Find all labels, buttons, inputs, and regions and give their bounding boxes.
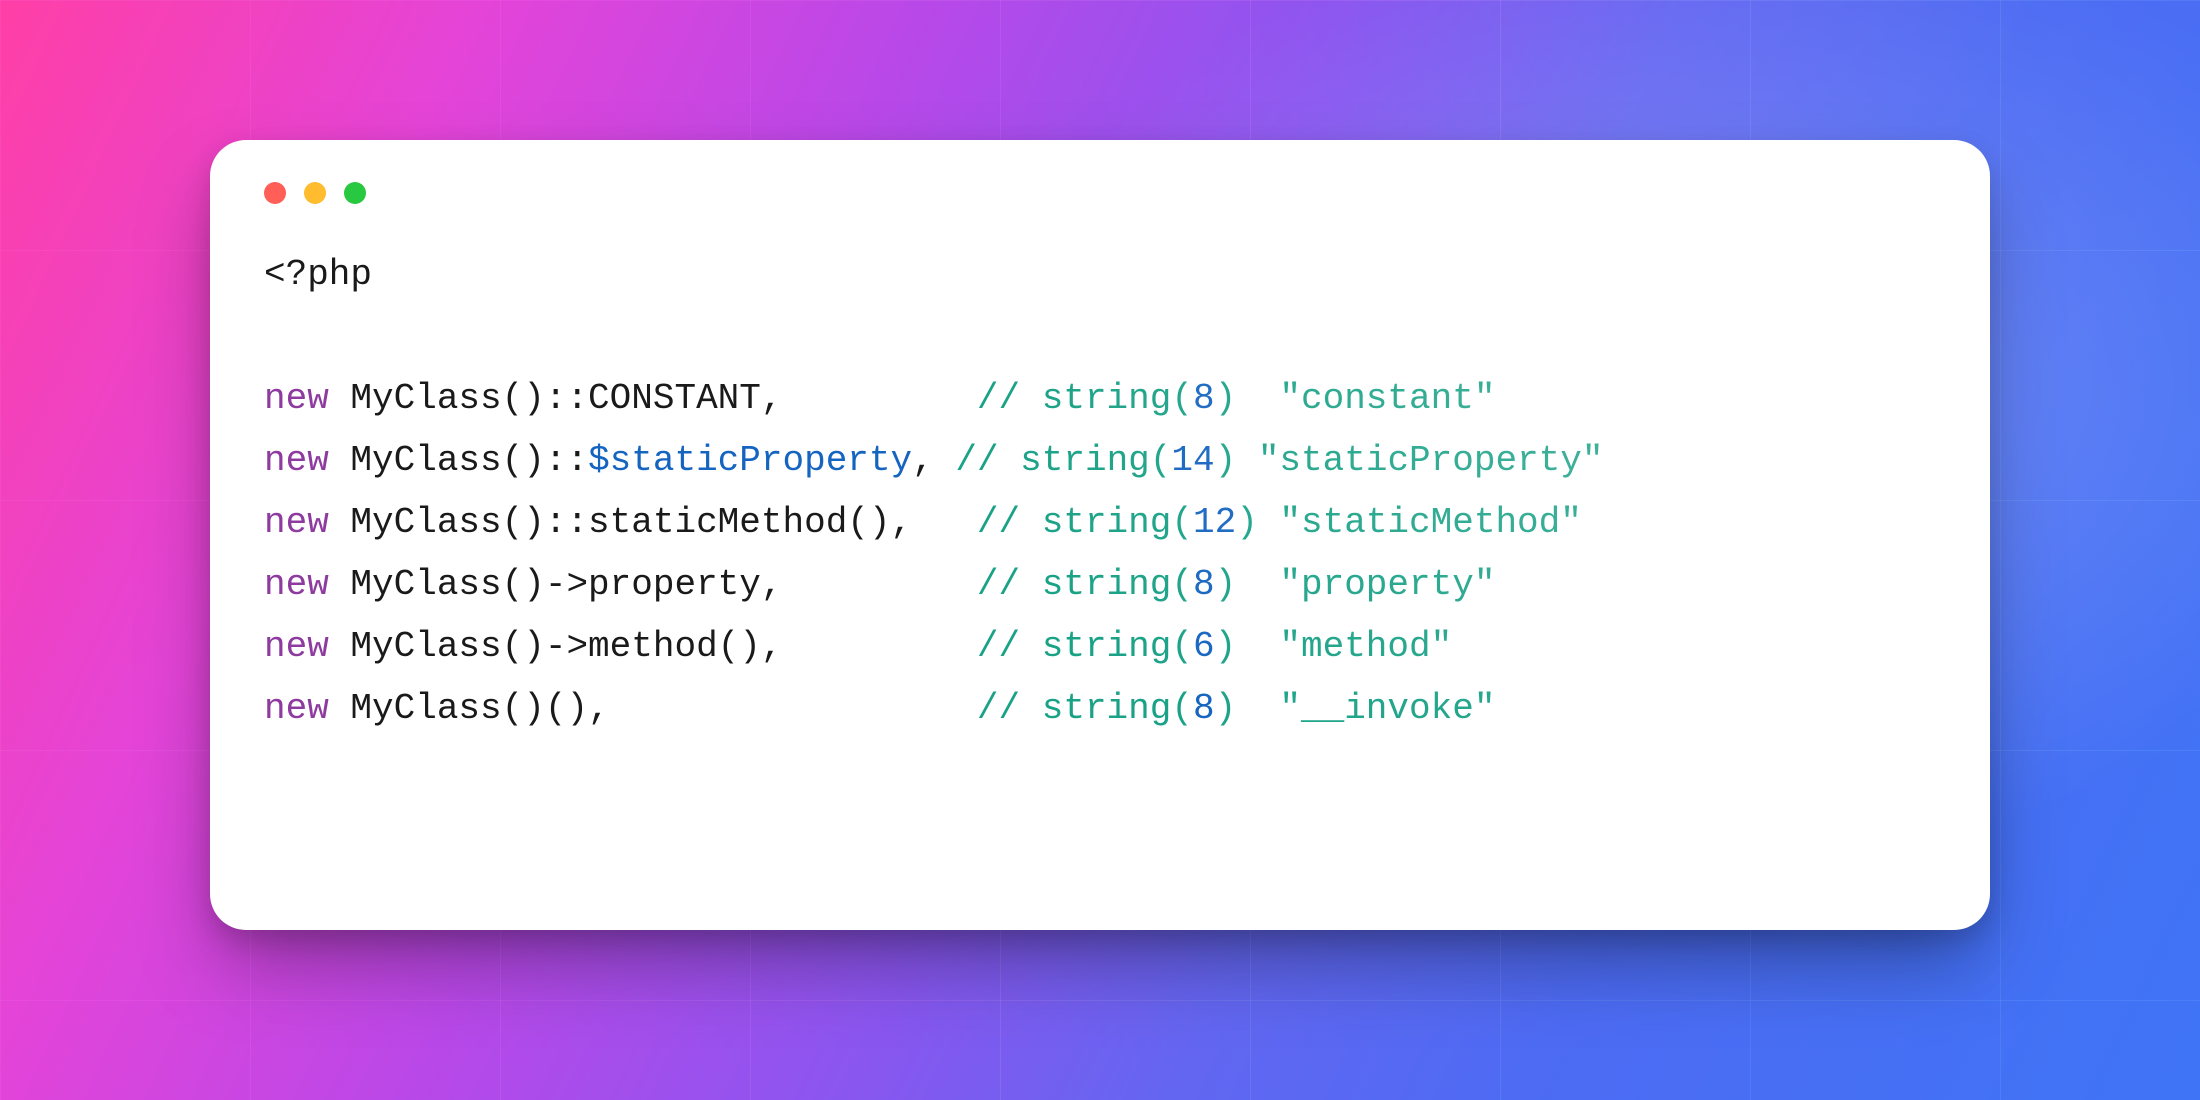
code-line: new MyClass()::$staticProperty, // strin… <box>264 430 1936 492</box>
code-line: new MyClass()->method(), // string(6) "m… <box>264 616 1936 678</box>
code-line: new MyClass()(), // string(8) "__invoke" <box>264 678 1936 740</box>
code-line: new MyClass()->property, // string(8) "p… <box>264 554 1936 616</box>
background: <?php new MyClass()::CONSTANT, // string… <box>0 0 2200 1100</box>
zoom-icon[interactable] <box>344 182 366 204</box>
php-open-tag: <?php <box>264 244 1936 306</box>
close-icon[interactable] <box>264 182 286 204</box>
window-titlebar <box>210 140 1990 204</box>
code-window: <?php new MyClass()::CONSTANT, // string… <box>210 140 1990 930</box>
code-line: new MyClass()::CONSTANT, // string(8) "c… <box>264 368 1936 430</box>
code-line: new MyClass()::staticMethod(), // string… <box>264 492 1936 554</box>
code-block: <?php new MyClass()::CONSTANT, // string… <box>210 204 1990 740</box>
minimize-icon[interactable] <box>304 182 326 204</box>
